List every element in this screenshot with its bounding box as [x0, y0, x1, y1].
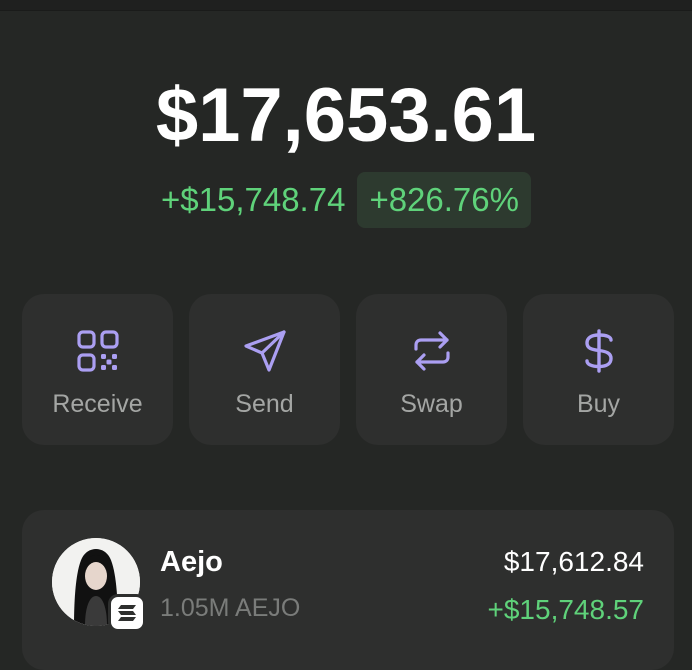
- solana-icon: [108, 594, 146, 632]
- balance-change-row: +$15,748.74 +826.76%: [0, 172, 692, 228]
- token-quantity: 1.05M AEJO: [160, 594, 301, 622]
- buy-button[interactable]: Buy: [523, 294, 674, 445]
- top-bar: [0, 0, 692, 11]
- dollar-icon: [577, 329, 621, 373]
- send-label: Send: [235, 390, 294, 418]
- total-balance: $17,653.61: [155, 73, 537, 158]
- action-buttons: Receive Send Swap Buy: [22, 294, 674, 445]
- token-gain: +$15,748.57: [487, 594, 645, 625]
- receive-label: Receive: [52, 390, 143, 418]
- token-row[interactable]: Aejo 1.05M AEJO $17,612.84 +$15,748.57: [22, 510, 674, 670]
- swap-button[interactable]: Swap: [356, 294, 507, 445]
- send-button[interactable]: Send: [189, 294, 340, 445]
- swap-label: Swap: [400, 390, 463, 418]
- token-value: $17,612.84: [503, 546, 644, 577]
- token-name: Aejo: [160, 546, 223, 578]
- swap-icon: [410, 329, 454, 373]
- send-icon: [243, 329, 287, 373]
- receive-button[interactable]: Receive: [22, 294, 173, 445]
- buy-label: Buy: [576, 390, 621, 418]
- balance-change-percent-badge: +826.76%: [357, 172, 531, 228]
- qr-code-icon: [76, 329, 120, 373]
- balance-change-amount: +$15,748.74: [161, 181, 346, 218]
